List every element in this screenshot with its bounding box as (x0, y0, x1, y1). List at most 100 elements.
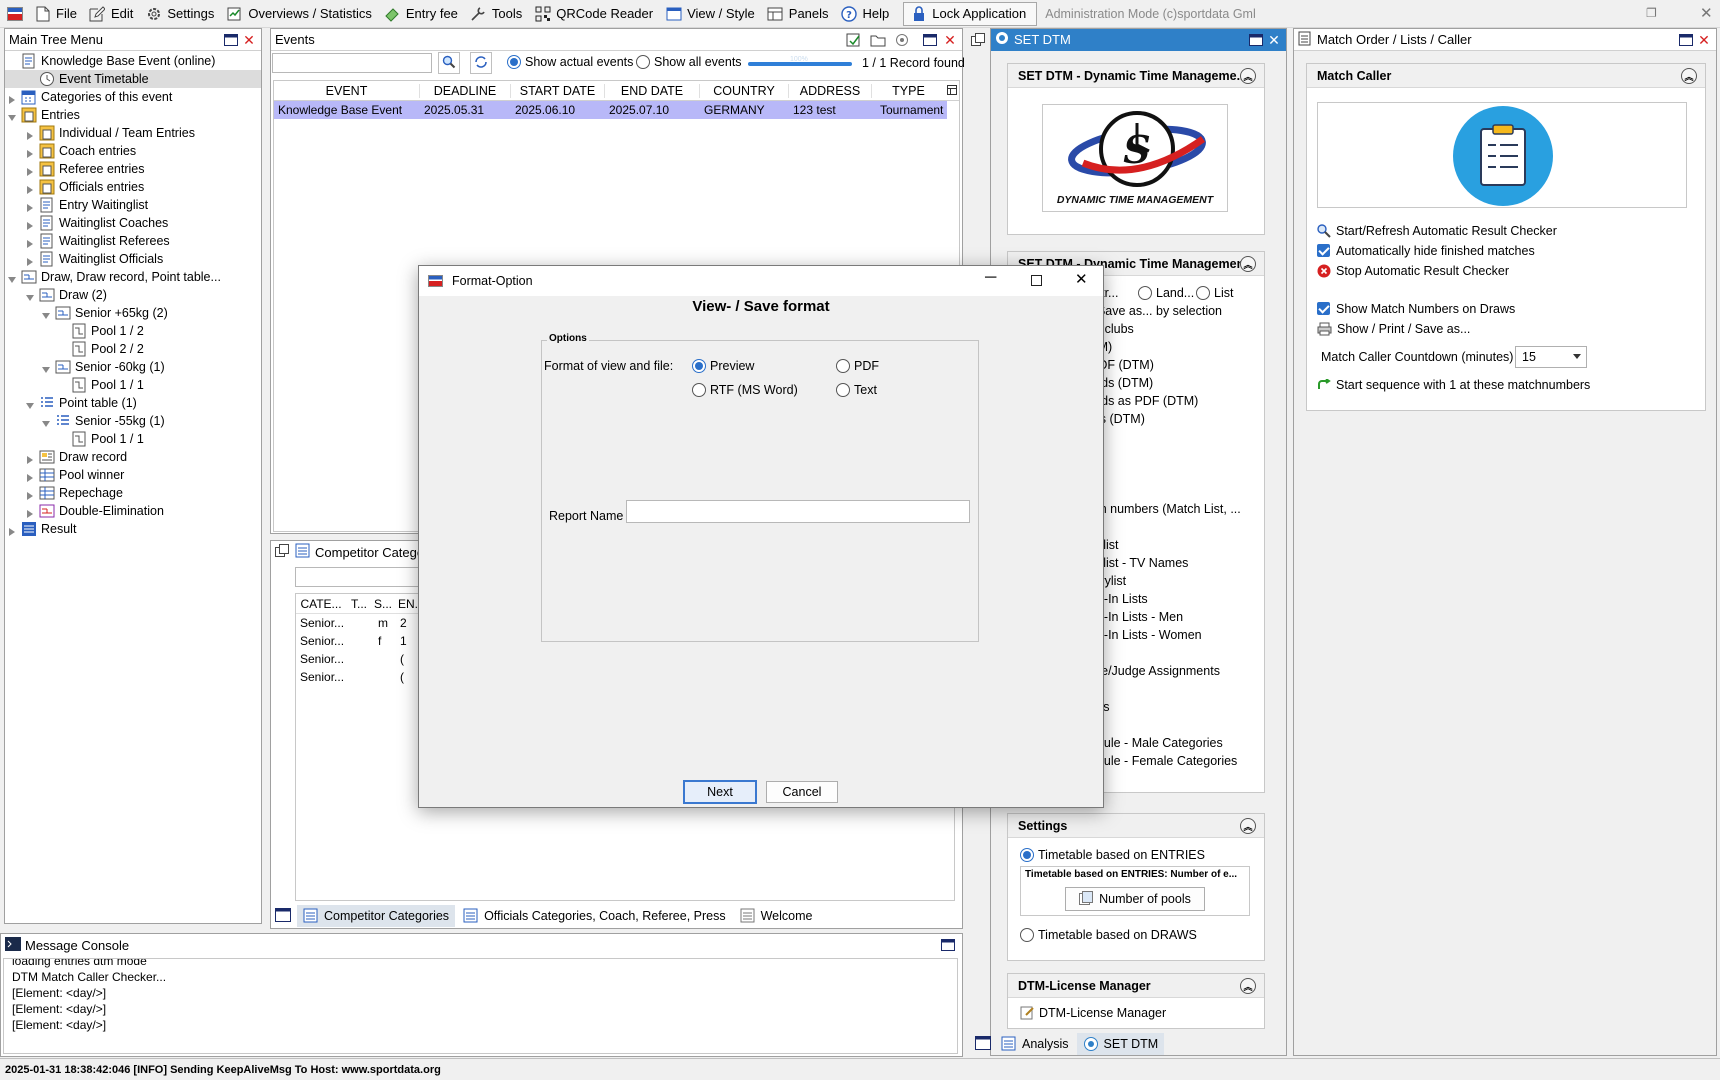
stop-result-checker[interactable]: Stop Automatic Result Checker (1317, 262, 1509, 280)
expand-down-icon[interactable] (25, 398, 35, 409)
tab-analysis[interactable]: Analysis (995, 1033, 1075, 1055)
menu-view-style[interactable]: View / Style (661, 2, 763, 26)
start-sequence-item[interactable]: Start sequence with 1 at these matchnumb… (1317, 376, 1590, 394)
panel-toggle-icon[interactable] (975, 1035, 991, 1053)
column-header[interactable]: S... (372, 597, 394, 611)
tree-item[interactable]: Repechage (5, 484, 261, 502)
category-search-input[interactable] (295, 567, 419, 587)
expand-right-icon[interactable] (25, 128, 35, 140)
column-header[interactable]: ADDRESS (789, 83, 872, 98)
start-refresh-result-checker[interactable]: Start/Refresh Automatic Result Checker (1317, 222, 1557, 240)
collapse-icon[interactable]: ︽ (1240, 68, 1256, 84)
folder-icon[interactable] (870, 32, 886, 48)
table-row[interactable]: Knowledge Base Event 2025.05.31 2025.06.… (274, 101, 947, 119)
tree-item[interactable]: Event Timetable (5, 70, 261, 88)
column-header[interactable]: END DATE (605, 83, 700, 98)
maximize-icon[interactable] (1248, 32, 1264, 48)
tree-item[interactable]: Pool winner (5, 466, 261, 484)
menu-edit[interactable]: Edit (85, 2, 141, 26)
expand-right-icon[interactable] (25, 182, 35, 194)
tree-item[interactable]: Result (5, 520, 261, 538)
dtm-function-item[interactable]: chlist - TV Names (1090, 554, 1188, 572)
refresh-icon[interactable] (894, 32, 910, 48)
tree-item[interactable]: Point table (1) (5, 394, 261, 412)
tree-item[interactable]: Pool 2 / 2 (5, 340, 261, 358)
panel-toggle-icon[interactable] (275, 907, 291, 925)
expand-down-icon[interactable] (7, 110, 17, 121)
column-header[interactable]: T... (346, 597, 372, 611)
menu-help[interactable]: ? Help (837, 2, 898, 26)
timetable-entries-radio[interactable]: Timetable based on ENTRIES (1020, 846, 1205, 864)
tree-item[interactable]: Referee entries (5, 160, 261, 178)
menu-settings[interactable]: Settings (141, 2, 222, 26)
close-icon[interactable]: ✕ (1075, 270, 1088, 288)
maximize-icon[interactable] (940, 937, 956, 953)
tree-item[interactable]: Waitinglist Officials (5, 250, 261, 268)
search-button[interactable] (438, 52, 460, 74)
tree-item[interactable]: Waitinglist Referees (5, 232, 261, 250)
expand-right-icon[interactable] (25, 164, 35, 176)
maximize-icon[interactable] (223, 32, 239, 48)
tree-item[interactable]: Draw record (5, 448, 261, 466)
tab-competitor-categories[interactable]: Competitor Categories (297, 905, 456, 927)
tree-item[interactable]: Pool 1 / 2 (5, 322, 261, 340)
column-chooser-icon[interactable] (947, 84, 957, 98)
dtm-function-item[interactable]: gh-In Lists - Women (1090, 626, 1202, 644)
tree-item[interactable]: Entry Waitinglist (5, 196, 261, 214)
tree-item[interactable]: Categories of this event (5, 88, 261, 106)
expand-down-icon[interactable] (41, 416, 51, 427)
tab-set-dtm[interactable]: SET DTM (1076, 1033, 1165, 1055)
column-header[interactable]: EVENT (274, 83, 420, 98)
dtm-function-item[interactable]: ree/Judge Assignments (1090, 662, 1220, 680)
menu-panels[interactable]: Panels (763, 2, 837, 26)
hide-finished-matches-checkbox[interactable]: Automatically hide finished matches (1317, 242, 1535, 260)
column-header[interactable]: COUNTRY (700, 83, 789, 98)
tree-item[interactable]: Draw (2) (5, 286, 261, 304)
tree-item[interactable]: Senior -55kg (1) (5, 412, 261, 430)
expand-down-icon[interactable] (41, 362, 51, 373)
expand-right-icon[interactable] (25, 236, 35, 248)
dtm-function-item[interactable]: edule - Female Categories (1090, 752, 1237, 770)
expand-right-icon[interactable] (25, 146, 35, 158)
tree-item[interactable]: Pool 1 / 1 (5, 376, 261, 394)
expand-right-icon[interactable] (25, 452, 35, 464)
expand-right-icon[interactable] (7, 92, 17, 104)
tree-item[interactable]: Knowledge Base Event (online) (5, 52, 261, 70)
events-search-input[interactable] (272, 53, 432, 73)
landscape-radio[interactable]: Land... (1138, 284, 1194, 302)
expand-down-icon[interactable] (41, 308, 51, 319)
menu-tools[interactable]: Tools (466, 2, 530, 26)
close-icon[interactable]: ✕ (241, 32, 257, 48)
sync-button[interactable] (470, 52, 492, 74)
expand-down-icon[interactable] (7, 272, 17, 283)
collapse-icon[interactable]: ︽ (1240, 978, 1256, 994)
export-icon[interactable] (846, 32, 862, 48)
tree-item[interactable]: Individual / Team Entries (5, 124, 261, 142)
rtf-radio[interactable]: RTF (MS Word) (692, 383, 798, 397)
tree-item[interactable]: Draw, Draw record, Point table... (5, 268, 261, 286)
tree-item[interactable]: Pool 1 / 1 (5, 430, 261, 448)
multi-window-icon[interactable] (275, 543, 289, 561)
menu-qrcode[interactable]: QRCode Reader (530, 2, 661, 26)
section-header[interactable]: Settings ︽ (1008, 814, 1264, 838)
restore-window-icon[interactable]: ❐ (1646, 6, 1660, 20)
number-of-pools-button[interactable]: Number of pools (1065, 887, 1205, 911)
cancel-button[interactable]: Cancel (766, 781, 838, 803)
minimize-icon[interactable]: ─ (985, 269, 996, 287)
pdf-radio[interactable]: PDF (836, 359, 879, 373)
expand-right-icon[interactable] (25, 470, 35, 482)
tree-item[interactable]: Coach entries (5, 142, 261, 160)
list-radio[interactable]: List (1196, 284, 1233, 302)
tree-item[interactable]: Entries (5, 106, 261, 124)
collapse-icon[interactable]: ︽ (1240, 256, 1256, 272)
menu-overviews[interactable]: Overviews / Statistics (222, 2, 380, 26)
multi-window-icon[interactable] (971, 29, 989, 51)
show-print-save-item[interactable]: Show / Print / Save as... (1317, 320, 1470, 338)
collapse-icon[interactable]: ︽ (1681, 68, 1697, 84)
lock-application-button[interactable]: Lock Application (903, 1, 1038, 26)
menu-entry-fee[interactable]: Entry fee (380, 2, 466, 26)
text-radio[interactable]: Text (836, 383, 877, 397)
section-header[interactable]: SET DTM - Dynamic Time Manageme... ︽ (1008, 64, 1264, 88)
show-actual-events-radio[interactable]: Show actual events (507, 55, 633, 69)
expand-right-icon[interactable] (25, 488, 35, 500)
